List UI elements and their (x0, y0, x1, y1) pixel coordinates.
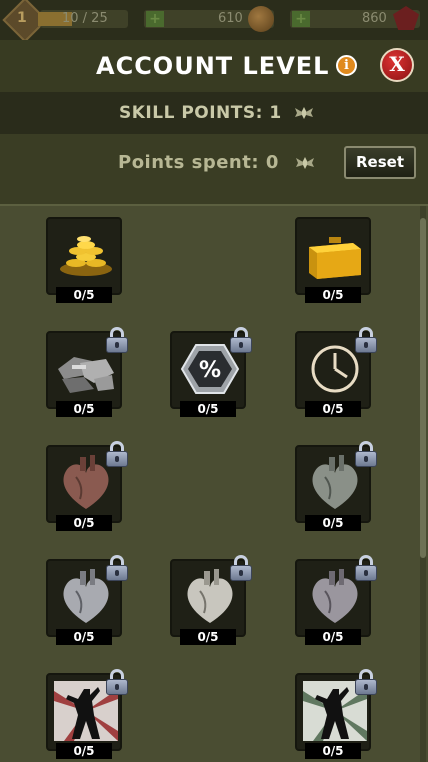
skill-points-label: SKILL POINTS: 1 (119, 103, 282, 123)
skill-heart-dark-silver[interactable]: 0/5 (295, 555, 377, 649)
skill-count: 0/5 (305, 515, 361, 531)
skill-heart-silver[interactable]: 0/5 (46, 555, 128, 649)
gold-crate-icon (309, 237, 361, 279)
skill-heart-white[interactable]: 0/5 (170, 555, 252, 649)
points-spent-label: Points spent: 0 (118, 152, 279, 173)
skill-count: 0/5 (180, 401, 236, 417)
info-icon[interactable]: i (336, 55, 357, 76)
skill-tile (295, 217, 371, 295)
skill-count: 0/5 (56, 629, 112, 645)
lock-icon (106, 441, 128, 467)
gold-coins-icon (60, 236, 112, 276)
gem-count: 860 (362, 11, 387, 26)
lock-icon (106, 669, 128, 695)
skill-discount[interactable]: % 0/5 (170, 327, 252, 421)
lock-icon (355, 441, 377, 467)
skill-soldier-red[interactable]: 0/5 (46, 669, 128, 762)
lock-icon (106, 555, 128, 581)
add-coins-icon[interactable]: + (146, 11, 164, 27)
lock-icon (230, 555, 252, 581)
skill-heart-gray[interactable]: 0/5 (295, 441, 377, 535)
skill-gold-crate[interactable]: 0/5 (295, 217, 373, 307)
skill-count: 0/5 (180, 629, 236, 645)
skill-gold-coins[interactable]: 0/5 (46, 217, 124, 307)
player-level: 1 (17, 10, 27, 26)
add-gems-icon[interactable]: + (292, 11, 310, 27)
skill-count: 0/5 (305, 287, 361, 303)
skill-count: 0/5 (305, 629, 361, 645)
skill-count: 0/5 (56, 515, 112, 531)
resource-bar: 1 10 / 25 + 610 + 860 (0, 0, 428, 43)
lock-icon (355, 327, 377, 353)
xp-text: 10 / 25 (62, 11, 108, 26)
close-button[interactable]: X (380, 48, 414, 82)
skill-scrap-metal[interactable]: 0/5 (46, 327, 128, 421)
lock-icon (106, 327, 128, 353)
lock-icon (230, 327, 252, 353)
points-spent-wings-icon (296, 157, 314, 169)
skill-tile (46, 217, 122, 295)
coin-icon (248, 6, 274, 32)
skill-point-wings-icon (295, 107, 313, 119)
reset-button[interactable]: Reset (344, 146, 416, 179)
skill-time[interactable]: 0/5 (295, 327, 377, 421)
skill-count: 0/5 (305, 401, 361, 417)
skill-count: 0/5 (56, 287, 112, 303)
skill-heart-bronze[interactable]: 0/5 (46, 441, 128, 535)
scrollbar-thumb[interactable] (420, 218, 426, 558)
skill-soldier-green[interactable]: 0/5 (295, 669, 377, 762)
page-title: ACCOUNT LEVEL (96, 52, 330, 80)
coin-count: 610 (218, 11, 243, 26)
skill-count: 0/5 (56, 401, 112, 417)
skill-count: 0/5 (305, 743, 361, 759)
skill-count: 0/5 (56, 743, 112, 759)
lock-icon (355, 555, 377, 581)
svg-text:%: % (199, 358, 221, 383)
lock-icon (355, 669, 377, 695)
